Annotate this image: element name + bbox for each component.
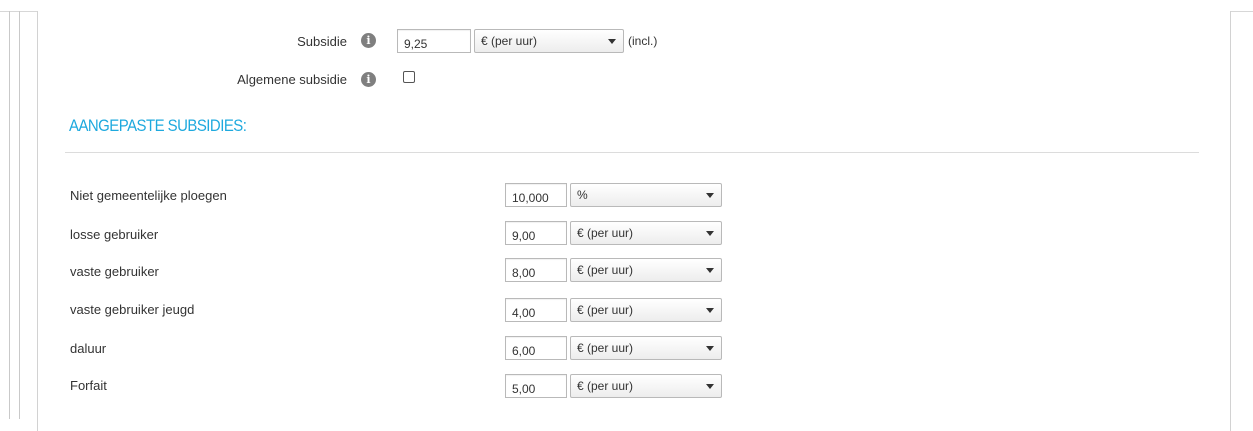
item-value-input[interactable]: 6,00 <box>505 336 567 360</box>
subsidie-unit-select[interactable]: € (per uur) <box>474 29 624 53</box>
item-unit-select[interactable]: € (per uur) <box>570 298 722 322</box>
algemene-subsidie-checkbox[interactable] <box>403 71 415 83</box>
item-label: losse gebruiker <box>70 227 159 242</box>
section-title: AANGEPASTE SUBSIDIES: <box>69 116 247 135</box>
item-value-input[interactable]: 8,00 <box>505 258 567 282</box>
chevron-down-icon <box>608 39 616 44</box>
chevron-down-icon <box>706 384 714 389</box>
item-unit-value: € (per uur) <box>577 263 634 277</box>
chevron-down-icon <box>706 231 714 236</box>
subsidie-suffix: (incl.) <box>628 34 658 48</box>
item-unit-value: € (per uur) <box>577 379 634 393</box>
item-unit-select[interactable]: % <box>570 183 722 207</box>
section-divider <box>65 152 1199 153</box>
item-value-input[interactable]: 9,00 <box>505 221 567 245</box>
inner-frame-border <box>19 11 20 419</box>
subsidie-value-input[interactable]: 9,25 <box>397 29 471 53</box>
item-label: Forfait <box>70 378 107 393</box>
item-value-input[interactable]: 4,00 <box>505 298 567 322</box>
item-unit-select[interactable]: € (per uur) <box>570 258 722 282</box>
item-value-input[interactable]: 10,000 <box>505 183 567 207</box>
item-unit-value: € (per uur) <box>577 303 634 317</box>
item-label: vaste gebruiker <box>70 264 159 279</box>
chevron-down-icon <box>706 193 714 198</box>
algemene-subsidie-label: Algemene subsidie <box>237 72 347 87</box>
subsidie-label: Subsidie <box>297 34 347 49</box>
subsidie-unit-value: € (per uur) <box>481 34 538 48</box>
item-unit-select[interactable]: € (per uur) <box>570 221 722 245</box>
item-value-input[interactable]: 5,00 <box>505 374 567 398</box>
item-unit-value: % <box>577 188 588 202</box>
item-label: Niet gemeentelijke ploegen <box>70 188 227 203</box>
info-icon[interactable]: i <box>361 33 376 48</box>
info-icon[interactable]: i <box>361 72 376 87</box>
item-label: vaste gebruiker jeugd <box>70 302 195 317</box>
item-unit-value: € (per uur) <box>577 226 634 240</box>
chevron-down-icon <box>706 346 714 351</box>
outer-frame-border <box>9 11 10 419</box>
item-unit-select[interactable]: € (per uur) <box>570 336 722 360</box>
item-label: daluur <box>70 341 107 356</box>
item-unit-select[interactable]: € (per uur) <box>570 374 722 398</box>
item-unit-value: € (per uur) <box>577 341 634 355</box>
chevron-down-icon <box>706 268 714 273</box>
chevron-down-icon <box>706 308 714 313</box>
